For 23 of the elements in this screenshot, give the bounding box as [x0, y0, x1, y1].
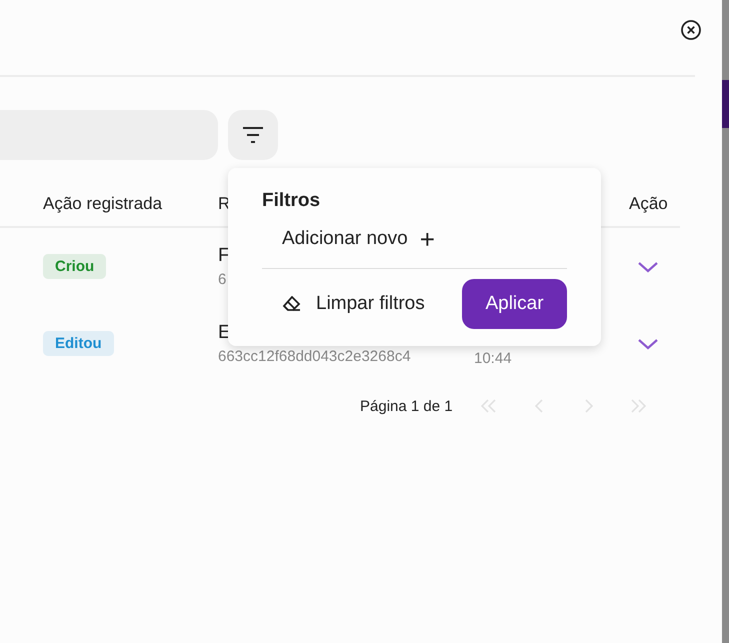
double-chevron-icon	[631, 399, 646, 413]
chevron-icon	[534, 399, 543, 413]
page-indicator: Página 1 de 1	[360, 398, 453, 414]
filter-icon	[242, 126, 264, 144]
expand-chevron-icon[interactable]	[637, 260, 659, 274]
action-tag: Editou	[43, 331, 114, 356]
column-header: Ação registrada	[43, 194, 162, 213]
add-filter-button[interactable]: Adicionar novo +	[282, 228, 435, 250]
double-chevron-icon	[481, 399, 496, 413]
column-header: Ação	[629, 194, 668, 213]
record-title: F	[218, 245, 231, 267]
popup-title: Filtros	[262, 190, 322, 212]
filter-button[interactable]	[228, 110, 278, 160]
record-id: 663cc12f68dd043c2e3268c4	[218, 348, 412, 365]
action-tag: Criou	[43, 254, 106, 279]
record-time: 10:44	[474, 350, 513, 367]
chevron-icon	[584, 399, 593, 413]
clear-filters-button[interactable]: Limpar filtros	[282, 293, 425, 315]
record-id: 6	[218, 271, 228, 288]
close-button[interactable]	[680, 19, 702, 41]
expand-chevron-icon[interactable]	[637, 336, 659, 350]
eraser-icon	[282, 296, 302, 312]
apply-button[interactable]: Aplicar	[462, 279, 567, 329]
